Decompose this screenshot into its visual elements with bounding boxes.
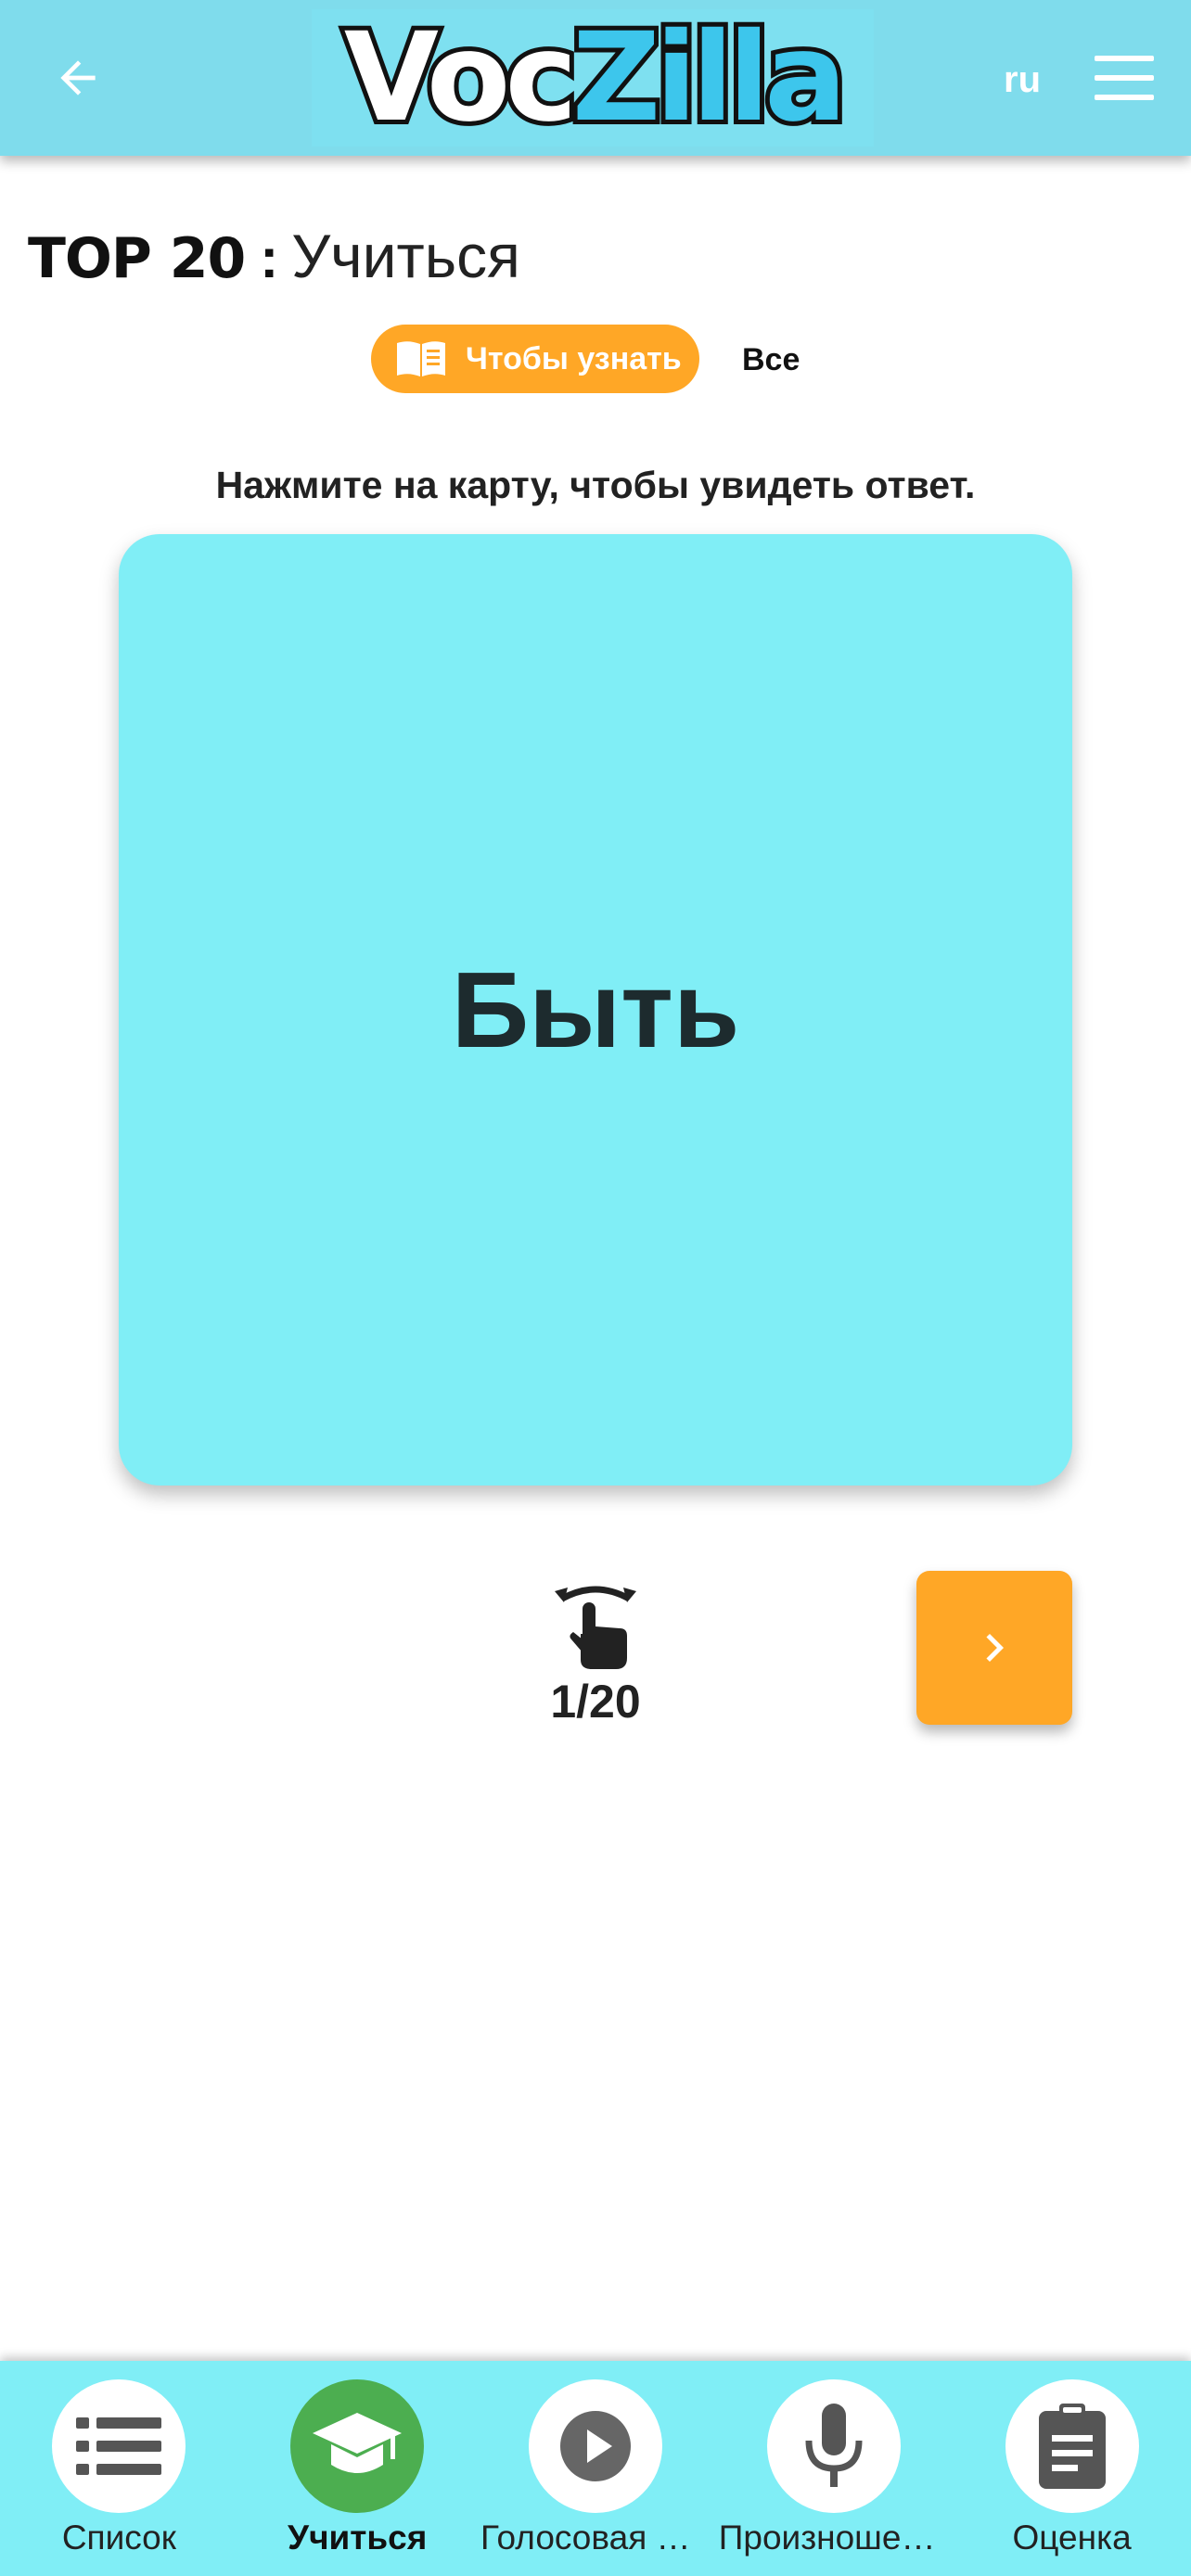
top-app-bar: Voc Zilla ru (0, 0, 1191, 156)
nav-item-learn[interactable]: Учиться (238, 2361, 477, 2576)
arrow-left-icon (60, 60, 96, 96)
bottom-navigation: Список Учиться Голосовая дорожка (0, 2361, 1191, 2576)
nav-icon-container (528, 2379, 662, 2513)
tab-to-learn-label: Чтобы узнать (466, 340, 682, 376)
menu-line (1095, 75, 1154, 81)
menu-line (1095, 95, 1154, 100)
nav-item-voice-track[interactable]: Голосовая дорожка (477, 2361, 715, 2576)
nav-icon-container (290, 2379, 425, 2513)
chevron-right-icon (986, 1634, 1004, 1662)
nav-label: Голосовая дорожка (480, 2519, 711, 2557)
nav-label: Список (61, 2519, 176, 2557)
play-icon (559, 2411, 631, 2481)
nav-label: Учиться (288, 2519, 428, 2557)
microphone-icon (805, 2404, 863, 2487)
title-separator: : (260, 227, 279, 289)
instruction-text: Нажмите на карту, чтобы увидеть ответ. (215, 464, 976, 506)
book-icon (395, 339, 447, 378)
back-button[interactable] (48, 48, 108, 108)
nav-item-list[interactable]: Список (0, 2361, 238, 2576)
app-screen: Voc Zilla ru TOP 20 : Учиться Чтобы узнат… (0, 0, 1191, 2576)
nav-icon-container (52, 2379, 186, 2513)
graduation-cap-icon (313, 2413, 403, 2473)
language-button[interactable]: ru (1004, 54, 1041, 106)
app-logo: Voc Zilla (312, 9, 874, 147)
list-icon (76, 2417, 162, 2475)
tap-rotate-icon (547, 1576, 644, 1673)
logo-text-voc: Voc (339, 6, 583, 149)
tab-all[interactable]: Все (742, 332, 800, 388)
flashcard-word: Быть (451, 950, 740, 1070)
title-mode: Учиться (291, 222, 520, 290)
next-card-button[interactable] (916, 1571, 1072, 1725)
page-title: TOP 20 : Учиться (28, 221, 520, 304)
nav-icon-container (1005, 2379, 1139, 2513)
tab-to-learn[interactable]: Чтобы узнать (371, 325, 699, 393)
nav-icon-container (766, 2379, 901, 2513)
hamburger-menu-icon[interactable] (1095, 56, 1154, 100)
title-list-name: TOP 20 (28, 226, 246, 291)
nav-item-pronunciation[interactable]: Произношение (714, 2361, 953, 2576)
logo-text-zilla: Zilla (568, 6, 852, 149)
nav-label: Оценка (1012, 2519, 1132, 2557)
flashcard[interactable]: Быть (119, 534, 1072, 1486)
nav-label: Произношение (718, 2519, 949, 2557)
progress-counter: 1/20 (550, 1676, 641, 1728)
nav-item-evaluation[interactable]: Оценка (953, 2361, 1191, 2576)
clipboard-icon (1038, 2404, 1106, 2489)
menu-line (1095, 56, 1154, 61)
